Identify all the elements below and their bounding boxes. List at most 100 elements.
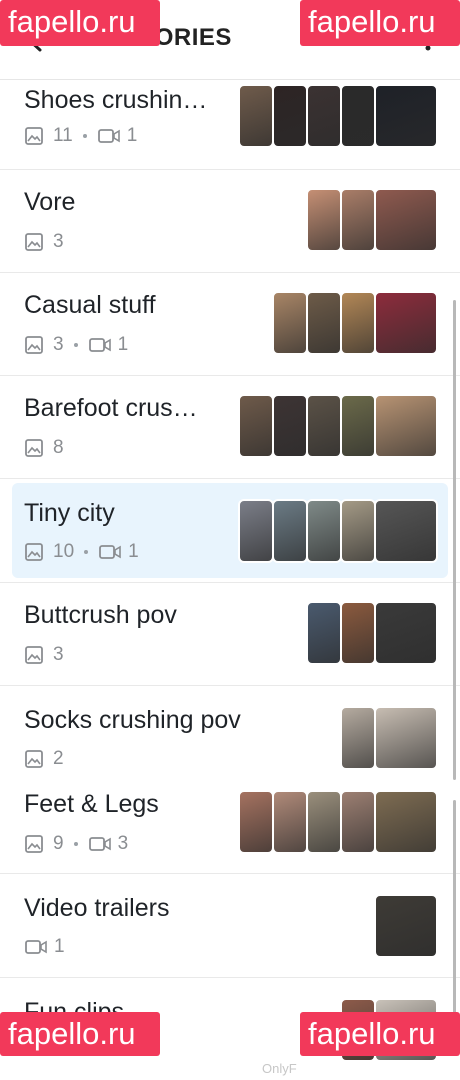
thumbnail[interactable]: [238, 394, 274, 458]
category-row[interactable]: Barefoot crus… 8: [0, 376, 460, 479]
watermark-bottom-left: fapello.ru: [0, 1012, 160, 1056]
watermark-top-left: fapello.ru: [0, 0, 160, 46]
video-icon: [88, 837, 111, 851]
video-count: 1: [117, 334, 129, 355]
category-counts: 11 1: [24, 124, 137, 148]
thumbnail[interactable]: [272, 291, 308, 355]
thumbnail[interactable]: [306, 84, 342, 148]
category-counts: 3: [24, 643, 64, 667]
categories-screen: { "header": { "title": "CATEGORIES" }, "…: [0, 0, 460, 1080]
category-name: Video trailers: [24, 894, 170, 922]
image-count: 2: [53, 748, 64, 769]
thumbnail[interactable]: [340, 499, 376, 563]
video-icon: [99, 545, 121, 559]
thumbnail[interactable]: [306, 188, 342, 252]
category-name: Feet & Legs: [24, 790, 159, 818]
scrollbar[interactable]: [453, 300, 456, 780]
thumbnail[interactable]: [306, 499, 342, 563]
category-name: Tiny city: [24, 499, 115, 527]
image-icon: [25, 336, 43, 354]
thumbnail-strip[interactable]: [374, 894, 438, 958]
category-row[interactable]: Casual stuff 3 1: [0, 273, 460, 376]
image-count: 11: [53, 125, 73, 146]
separator-dot: [73, 343, 78, 347]
thumbnail[interactable]: [272, 394, 308, 458]
category-row[interactable]: Feet & Legs 9 3: [0, 780, 460, 874]
thumbnail[interactable]: [374, 894, 438, 958]
thumbnail[interactable]: [238, 790, 274, 854]
image-count: 10: [53, 541, 75, 562]
video-count: 1: [126, 125, 138, 146]
thumbnail-strip[interactable]: [306, 601, 438, 665]
thumbnail[interactable]: [238, 499, 274, 563]
category-name: Vore: [24, 188, 76, 216]
image-icon: [25, 127, 43, 145]
thumbnail[interactable]: [374, 394, 438, 458]
thumbnail-strip[interactable]: [238, 790, 438, 854]
thumbnail[interactable]: [306, 790, 342, 854]
category-name: Buttcrush pov: [24, 601, 177, 629]
thumbnail[interactable]: [340, 706, 376, 770]
footer-text: OnlyF: [262, 1061, 297, 1076]
category-row-selected[interactable]: Tiny city 10 1: [0, 479, 460, 583]
thumbnail[interactable]: [272, 499, 308, 563]
separator-dot: [84, 550, 89, 554]
thumbnail[interactable]: [374, 188, 438, 252]
category-counts: 1: [24, 935, 65, 959]
category-name: Socks crushing pov: [24, 706, 241, 734]
category-counts: 9 3: [24, 832, 128, 856]
thumbnail[interactable]: [340, 601, 376, 665]
thumbnail[interactable]: [374, 499, 438, 563]
thumbnail[interactable]: [272, 84, 308, 148]
thumbnail[interactable]: [374, 84, 438, 148]
thumbnail[interactable]: [238, 84, 274, 148]
scrollbar-secondary[interactable]: [453, 800, 456, 1030]
video-count: 1: [128, 541, 139, 562]
thumbnail-strip[interactable]: [340, 706, 438, 770]
video-count: 1: [54, 936, 65, 957]
category-row[interactable]: Video trailers 1: [0, 874, 460, 978]
thumbnail-strip[interactable]: [238, 84, 438, 148]
image-icon: [25, 835, 43, 853]
category-counts: 3 1: [24, 333, 128, 357]
thumbnail[interactable]: [374, 291, 438, 355]
category-row[interactable]: Shoes crushin… 11 1: [0, 80, 460, 170]
category-name: Barefoot crus…: [24, 394, 198, 422]
thumbnail[interactable]: [340, 291, 376, 355]
thumbnail[interactable]: [306, 394, 342, 458]
thumbnail[interactable]: [340, 394, 376, 458]
category-row[interactable]: Buttcrush pov 3: [0, 583, 460, 686]
image-icon: [25, 750, 43, 768]
thumbnail[interactable]: [272, 790, 308, 854]
category-counts: 10 1: [24, 540, 139, 564]
category-name: Casual stuff: [24, 291, 156, 319]
thumbnail-strip[interactable]: [306, 188, 438, 252]
thumbnail[interactable]: [340, 790, 376, 854]
thumbnail[interactable]: [374, 706, 438, 770]
thumbnail[interactable]: [374, 790, 438, 854]
thumbnail[interactable]: [306, 291, 342, 355]
image-icon: [25, 439, 43, 457]
image-count: 3: [53, 334, 64, 355]
thumbnail[interactable]: [306, 601, 342, 665]
category-counts: 2: [24, 747, 64, 771]
separator-dot: [73, 842, 78, 846]
video-icon: [25, 940, 47, 954]
thumbnail-strip[interactable]: [238, 499, 438, 563]
thumbnail-strip[interactable]: [272, 291, 438, 355]
thumbnail[interactable]: [340, 188, 376, 252]
separator-dot: [82, 134, 87, 138]
image-count: 8: [53, 437, 64, 458]
thumbnail[interactable]: [340, 84, 376, 148]
image-count: 3: [53, 644, 64, 665]
thumbnail[interactable]: [374, 601, 438, 665]
category-row[interactable]: Vore 3: [0, 170, 460, 273]
image-icon: [25, 543, 43, 561]
image-count: 3: [53, 231, 64, 252]
video-count: 3: [117, 833, 129, 854]
category-row[interactable]: Socks crushing pov 2: [0, 686, 460, 780]
thumbnail-strip[interactable]: [238, 394, 438, 458]
image-count: 9: [53, 833, 64, 854]
category-name: Shoes crushin…: [24, 86, 208, 114]
video-icon: [88, 338, 111, 352]
